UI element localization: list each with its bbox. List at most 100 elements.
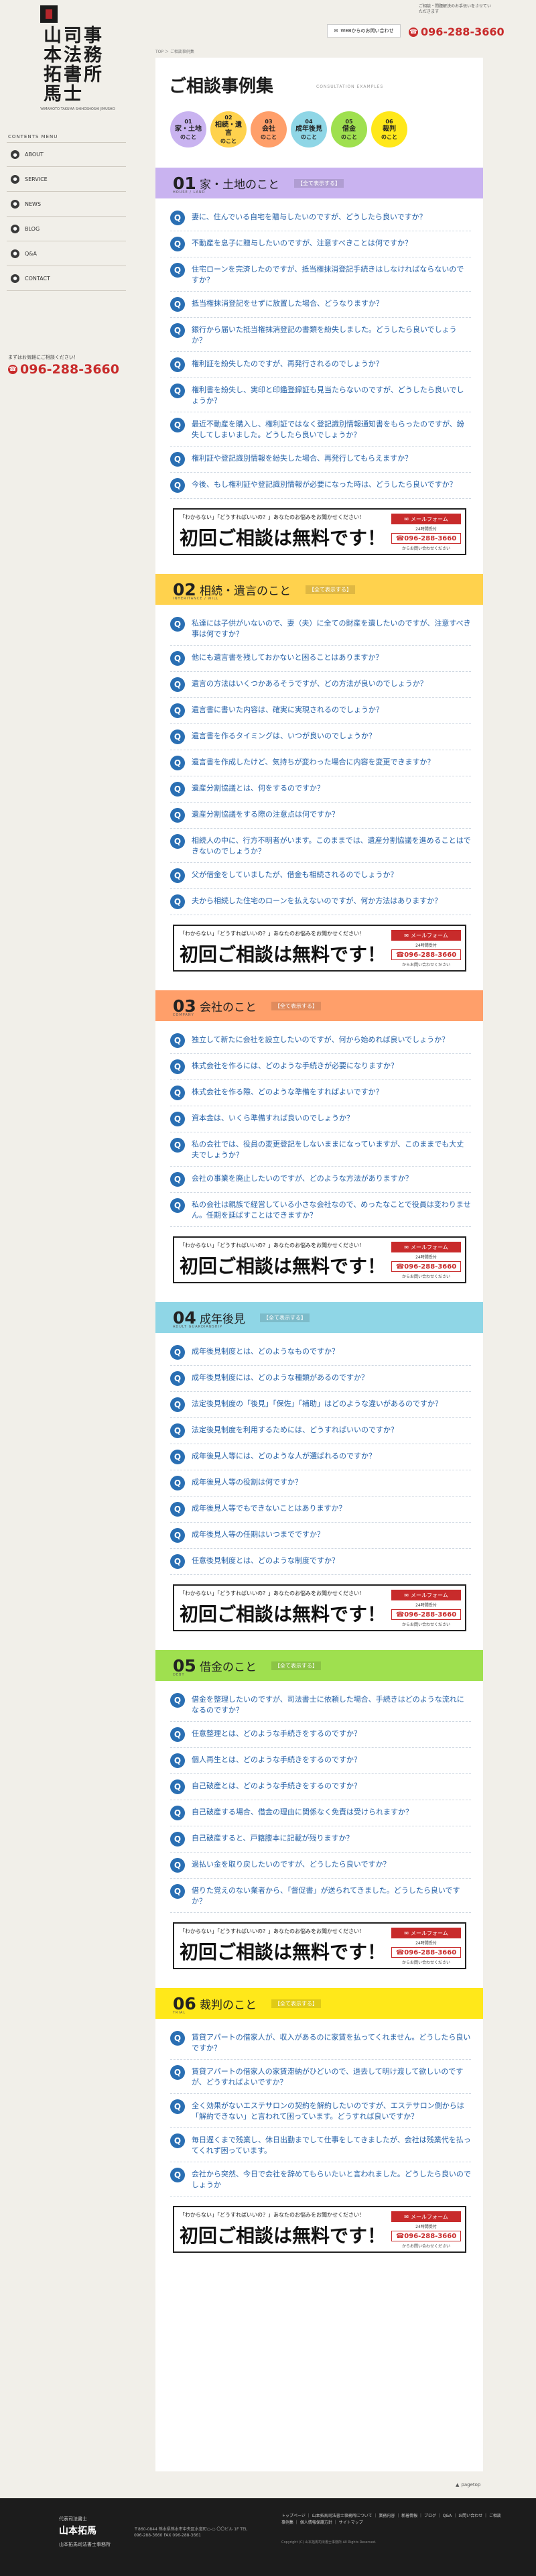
sidebar-item-blog[interactable]: ● BLOG <box>7 217 126 241</box>
banner-tel[interactable]: ☎ 096-288-3660 <box>391 949 461 960</box>
show-all-link[interactable]: 【全て表示する】 <box>271 1001 321 1010</box>
question-item[interactable]: Q 株式会社を作る際、どのような準備をすればよいですか？ <box>170 1080 471 1106</box>
question-item[interactable]: Q 会社から突然、今日で会社を辞めてもらいたいと言われました。どうしたら良いのでし… <box>170 2162 471 2197</box>
question-item[interactable]: Q 遺言書を作成したけど、気持ちが変わった場合に内容を変更できますか？ <box>170 750 471 776</box>
question-item[interactable]: Q 任意後見制度とは、どのような制度ですか？ <box>170 1549 471 1575</box>
question-item[interactable]: Q 抵当権抹消登記をせずに放置した場合、どうなりますか？ <box>170 292 471 318</box>
question-item[interactable]: Q 銀行から届いた抵当権抹消登記の書類を紛失しました。どうしたら良いでしょうか？ <box>170 318 471 352</box>
show-all-link[interactable]: 【全て表示する】 <box>260 1313 310 1322</box>
question-item[interactable]: Q 成年後見人等でもできないことはありますか？ <box>170 1497 471 1523</box>
question-item[interactable]: Q 全く効果がないエステサロンの契約を解約したいのですが、エステサロン側からは「解… <box>170 2094 471 2128</box>
question-item[interactable]: Q 他にも遺言書を残しておかないと困ることはありますか？ <box>170 646 471 672</box>
question-item[interactable]: Q 自己破産する場合、借金の理由に関係なく免責は受けられますか？ <box>170 1800 471 1826</box>
sidebar-item-service[interactable]: ● SERVICE <box>7 167 126 192</box>
question-item[interactable]: Q 借りた覚えのない業者から、「督促書」が送られてきました。どうしたら良いですか？ <box>170 1879 471 1913</box>
banner-mail-button[interactable]: ✉ メールフォーム <box>391 2211 461 2222</box>
site-logo[interactable]: 山本拓馬 司法書士 事務所 YAMAMOTO TAKUMA SHIHOSHOSH… <box>40 5 121 111</box>
sidebar-item-qa[interactable]: ● Q&A <box>7 241 126 266</box>
question-item[interactable]: Q 父が借金をしていましたが、借金も相続されるのでしょうか？ <box>170 863 471 889</box>
question-item[interactable]: Q 独立して新たに会社を設立したいのですが、何から始めれば良いでしょうか？ <box>170 1028 471 1054</box>
q-icon: Q <box>170 894 185 909</box>
category-bubble-04[interactable]: 04 成年後見 のこと <box>291 111 327 148</box>
banner-contact: ✉ メールフォーム 24時間受付 ☎ 096-288-3660 からお問い合わせください <box>391 1242 461 1279</box>
question-item[interactable]: Q 権利証や登記識別情報を紛失した場合、再発行してもらえますか？ <box>170 447 471 473</box>
question-item[interactable]: Q 遺産分割協議とは、何をするのですか？ <box>170 776 471 803</box>
question-item[interactable]: Q 借金を整理したいのですが、司法書士に依頼した場合、手続きはどのような流れになる… <box>170 1688 471 1722</box>
question-item[interactable]: Q 株式会社を作るには、どのような手続きが必要になりますか？ <box>170 1054 471 1080</box>
banner-tel[interactable]: ☎ 096-288-3660 <box>391 1609 461 1620</box>
show-all-link[interactable]: 【全て表示する】 <box>306 585 355 594</box>
question-item[interactable]: Q 夫から相続した住宅のローンを払えないのですが、何か方法はありますか？ <box>170 889 471 915</box>
header-tel[interactable]: ☎ 096-288-3660 <box>409 25 505 38</box>
sidebar-item-news[interactable]: ● NEWS <box>7 192 126 217</box>
header-mail-button[interactable]: ✉ WEBからのお問い合わせ <box>327 24 401 38</box>
category-bubble-03[interactable]: 03 会社 のこと <box>251 111 287 148</box>
banner-mail-button[interactable]: ✉ メールフォーム <box>391 1242 461 1252</box>
category-bubble-06[interactable]: 06 裁判 のこと <box>371 111 407 148</box>
question-item[interactable]: Q 任意整理とは、どのような手続きをするのですか？ <box>170 1722 471 1748</box>
pagetop-link[interactable]: ▲ pagetop <box>456 2482 480 2487</box>
section-header: 06 裁判のこと 【全て表示する】 TRIAL <box>155 1988 483 2019</box>
show-all-link[interactable]: 【全て表示する】 <box>294 178 344 188</box>
free-consultation-banner[interactable]: 「わからない」「どうすればいいの？」あなたのお悩みをお聞かせください！ 初回ご相談… <box>173 508 466 555</box>
banner-mail-button[interactable]: ✉ メールフォーム <box>391 1928 461 1938</box>
question-item[interactable]: Q 私達には子供がいないので、妻（夫）に全ての財産を遺したいのですが、注意すべき事… <box>170 611 471 646</box>
question-item[interactable]: Q 権利書を紛失し、実印と印鑑登録証も見当たらないのですが、どうしたら良いでしょう… <box>170 378 471 412</box>
question-item[interactable]: Q 法定後見制度を利用するためには、どうすればいいのですか？ <box>170 1418 471 1444</box>
question-item[interactable]: Q 法定後見制度の「後見」「保佐」「補助」はどのような違いがあるのですか？ <box>170 1392 471 1418</box>
banner-tel[interactable]: ☎ 096-288-3660 <box>391 1947 461 1958</box>
free-consultation-banner[interactable]: 「わからない」「どうすればいいの？」あなたのお悩みをお聞かせください！ 初回ご相談… <box>173 1922 466 1969</box>
show-all-link[interactable]: 【全て表示する】 <box>271 1999 321 2008</box>
free-consultation-banner[interactable]: 「わからない」「どうすればいいの？」あなたのお悩みをお聞かせください！ 初回ご相談… <box>173 1236 466 1283</box>
category-bubble-02[interactable]: 02 相続・遺言 のこと <box>210 111 247 148</box>
question-item[interactable]: Q 遺言書を作るタイミングは、いつが良いのでしょうか？ <box>170 724 471 750</box>
question-item[interactable]: Q 住宅ローンを完済したのですが、抵当権抹消登記手続きはしなければならないのですか… <box>170 257 471 292</box>
question-item[interactable]: Q 成年後見人等の役割は何ですか？ <box>170 1470 471 1497</box>
question-text: 今後、もし権利証や登記識別情報が必要になった時は、どうしたら良いですか？ <box>192 480 457 489</box>
header-note: ご相談・問題解決のお手伝いをさせていただきます <box>419 4 492 14</box>
question-item[interactable]: Q 相続人の中に、行方不明者がいます。このままでは、遺産分割協議を進めることはでき… <box>170 829 471 863</box>
question-item[interactable]: Q 遺言の方法はいくつかあるそうですが、どの方法が良いのでしょうか？ <box>170 672 471 698</box>
question-item[interactable]: Q 自己破産すると、戸籍謄本に記載が残りますか？ <box>170 1826 471 1853</box>
question-item[interactable]: Q 会社の事業を廃止したいのですが、どのような方法がありますか？ <box>170 1167 471 1193</box>
question-item[interactable]: Q 遺言書に書いた内容は、確実に実現されるのでしょうか？ <box>170 698 471 724</box>
sidebar-item-about[interactable]: ● ABOUT <box>7 142 126 167</box>
category-bubble-05[interactable]: 05 借金 のこと <box>331 111 367 148</box>
question-item[interactable]: Q 個人再生とは、どのような手続きをするのですか？ <box>170 1748 471 1774</box>
sidebar-tel[interactable]: ☎ 096-288-3660 <box>8 362 122 377</box>
banner-tel[interactable]: ☎ 096-288-3660 <box>391 1261 461 1272</box>
banner-mail-button[interactable]: ✉ メールフォーム <box>391 1590 461 1600</box>
question-item[interactable]: Q 遺産分割協議をする際の注意点は何ですか？ <box>170 803 471 829</box>
q-icon: Q <box>170 1198 185 1213</box>
q-icon: Q <box>170 1502 185 1517</box>
breadcrumb[interactable]: TOP ＞ ご相談事例集 <box>155 48 194 54</box>
question-item[interactable]: Q 妻に、住んでいる自宅を贈与したいのですが、どうしたら良いですか？ <box>170 205 471 231</box>
question-item[interactable]: Q 今後、もし権利証や登記識別情報が必要になった時は、どうしたら良いですか？ <box>170 473 471 499</box>
banner-mail-button[interactable]: ✉ メールフォーム <box>391 514 461 524</box>
show-all-link[interactable]: 【全て表示する】 <box>271 1661 321 1670</box>
question-item[interactable]: Q 成年後見制度には、どのような種類があるのですか？ <box>170 1366 471 1392</box>
banner-mail-button[interactable]: ✉ メールフォーム <box>391 930 461 941</box>
question-item[interactable]: Q 過払い金を取り戻したいのですが、どうしたら良いですか？ <box>170 1853 471 1879</box>
free-consultation-banner[interactable]: 「わからない」「どうすればいいの？」あなたのお悩みをお聞かせください！ 初回ご相談… <box>173 925 466 972</box>
question-item[interactable]: Q 成年後見制度とは、どのようなものですか？ <box>170 1340 471 1366</box>
free-consultation-banner[interactable]: 「わからない」「どうすればいいの？」あなたのお悩みをお聞かせください！ 初回ご相談… <box>173 2206 466 2253</box>
question-item[interactable]: Q 賃貸アパートの借家人が、収入があるのに家賃を払ってくれません。どうしたら良いで… <box>170 2026 471 2060</box>
question-item[interactable]: Q 毎日遅くまで残業し、休日出勤までして仕事をしてきましたが、会社は残業代を払って… <box>170 2128 471 2162</box>
question-item[interactable]: Q 私の会社は親族で経営している小さな会社なので、めったなことで役員は変わりません… <box>170 1193 471 1227</box>
question-item[interactable]: Q 賃貸アパートの借家人の家賃滞納がひどいので、退去して明け渡して欲しいのですが、… <box>170 2060 471 2094</box>
question-item[interactable]: Q 不動産を息子に贈与したいのですが、注意すべきことは何ですか？ <box>170 231 471 257</box>
question-item[interactable]: Q 資本金は、いくら準備すれば良いのでしょうか？ <box>170 1106 471 1132</box>
question-item[interactable]: Q 成年後見人等の任期はいつまでですか？ <box>170 1523 471 1549</box>
sidebar-item-contact[interactable]: ● CONTACT <box>7 266 126 291</box>
question-item[interactable]: Q 自己破産とは、どのような手続きをするのですか？ <box>170 1774 471 1800</box>
question-item[interactable]: Q 成年後見人等には、どのような人が選ばれるのですか？ <box>170 1444 471 1470</box>
question-item[interactable]: Q 権利証を紛失したのですが、再発行されるのでしょうか？ <box>170 352 471 378</box>
question-item[interactable]: Q 最近不動産を購入し、権利証ではなく登記識別情報通知書をもらったのですが、紛失し… <box>170 412 471 447</box>
footer-links[interactable]: トップページ ｜ 山本拓馬司法書士事務所について ｜ 業務内容 ｜ 新着情報 ｜… <box>281 2513 503 2526</box>
category-bubble-01[interactable]: 01 家・土地 のこと <box>170 111 206 148</box>
banner-tel[interactable]: ☎ 096-288-3660 <box>391 533 461 544</box>
banner-tel[interactable]: ☎ 096-288-3660 <box>391 2231 461 2241</box>
question-item[interactable]: Q 私の会社では、役員の変更登記をしないままになっていますが、このままでも大丈夫で… <box>170 1132 471 1167</box>
free-consultation-banner[interactable]: 「わからない」「どうすればいいの？」あなたのお悩みをお聞かせください！ 初回ご相談… <box>173 1584 466 1631</box>
